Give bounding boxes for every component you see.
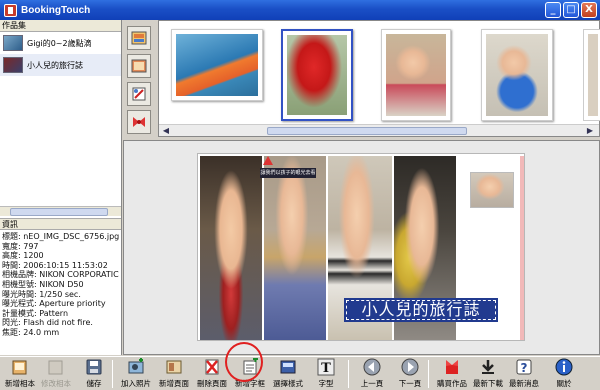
info-line: 曝光時間: 1/250 sec. bbox=[2, 289, 81, 299]
info-line: 閃光: Flash did not fire. bbox=[2, 318, 93, 328]
photo-thumb[interactable] bbox=[381, 29, 451, 121]
clip-tool-button[interactable] bbox=[127, 82, 151, 106]
albums-header: 作品集 bbox=[0, 20, 121, 32]
highlight-circle bbox=[225, 342, 263, 382]
minimize-button[interactable]: _ bbox=[545, 2, 561, 18]
close-button[interactable]: X bbox=[581, 2, 597, 18]
new-album-icon bbox=[12, 360, 27, 375]
news-button[interactable]: ? 最新消息 bbox=[504, 358, 544, 390]
info-line: 計量模式: Pattern bbox=[2, 308, 69, 318]
prev-page-icon bbox=[363, 358, 381, 376]
album-item-travel[interactable]: 小人兒的旅行誌 bbox=[0, 54, 121, 76]
download-button[interactable]: 最新下載 bbox=[468, 358, 508, 390]
about-icon bbox=[555, 358, 573, 376]
page-edge-strip bbox=[520, 156, 524, 340]
background-tool-button[interactable] bbox=[127, 26, 151, 50]
page-title-textbox[interactable]: 小人兒的旅行誌 bbox=[344, 298, 498, 322]
add-photo-icon bbox=[128, 358, 144, 374]
info-line: 高度: 1200 bbox=[2, 251, 44, 261]
album-book-icon bbox=[3, 57, 23, 73]
new-album-button[interactable]: 新增相本 bbox=[0, 358, 40, 390]
page-photo[interactable] bbox=[264, 156, 326, 340]
info-line: 相機品牌: NIKON CORPORATIC bbox=[2, 270, 119, 280]
background-icon bbox=[131, 31, 147, 45]
add-photo-button[interactable]: 加入照片 bbox=[116, 358, 156, 390]
info-header: 資訊 bbox=[0, 218, 121, 230]
info-line: 相機型號: NIKON D50 bbox=[2, 279, 84, 289]
maximize-button[interactable]: □ bbox=[563, 2, 579, 18]
svg-text:T: T bbox=[321, 361, 331, 376]
window-title: BookingTouch bbox=[21, 4, 91, 16]
left-panel: 作品集 Gigi的0~2歲點滴 小人兒的旅行誌 資訊 標題: nEO_IMG_D… bbox=[0, 20, 122, 355]
scroll-left-icon[interactable]: ◀ bbox=[161, 126, 171, 136]
info-line: 標題: nEO_IMG_DSC_6756.jpg bbox=[2, 232, 120, 241]
page-photo-small[interactable] bbox=[470, 172, 514, 208]
book-page[interactable]: 讓我們以孩子的眼光去看 小人兒的旅行誌 bbox=[197, 153, 525, 341]
album-item-gigi[interactable]: Gigi的0~2歲點滴 bbox=[0, 32, 121, 54]
side-toolbar bbox=[123, 20, 156, 138]
clip-icon bbox=[132, 87, 146, 101]
buy-button[interactable]: 購買作品 bbox=[432, 358, 472, 390]
prev-page-button[interactable]: 上一頁 bbox=[352, 358, 392, 390]
choose-style-icon bbox=[280, 360, 296, 374]
decoration-tool-button[interactable] bbox=[127, 110, 151, 134]
delete-page-icon bbox=[205, 359, 219, 375]
buy-icon bbox=[446, 360, 458, 374]
album-label: Gigi的0~2歲點滴 bbox=[27, 38, 92, 48]
page-photo[interactable] bbox=[200, 156, 262, 340]
photo-strip: ◀ ▶ bbox=[158, 20, 600, 137]
page-small-label[interactable]: 讓我們以孩子的眼光去看 bbox=[260, 168, 316, 178]
save-icon bbox=[86, 359, 102, 375]
add-page-icon bbox=[166, 360, 182, 374]
app-icon bbox=[4, 3, 17, 17]
photo-info: 標題: nEO_IMG_DSC_6756.jpg 寬度: 797 高度: 120… bbox=[2, 232, 120, 338]
about-button[interactable]: 關於 bbox=[544, 358, 584, 390]
frame-icon bbox=[131, 59, 147, 73]
edit-album-icon bbox=[48, 360, 63, 375]
next-page-icon bbox=[401, 358, 419, 376]
warning-icon bbox=[263, 156, 273, 165]
album-list-scrollbar[interactable] bbox=[0, 206, 121, 216]
font-button[interactable]: T 字型 bbox=[306, 358, 346, 390]
scroll-right-icon[interactable]: ▶ bbox=[585, 126, 595, 136]
photo-thumb-selected[interactable] bbox=[281, 29, 353, 121]
news-icon: ? bbox=[516, 359, 532, 375]
save-button[interactable]: 儲存 bbox=[74, 358, 114, 390]
frame-tool-button[interactable] bbox=[127, 54, 151, 78]
photo-thumb[interactable] bbox=[481, 29, 553, 121]
page-canvas: 讓我們以孩子的眼光去看 小人兒的旅行誌 bbox=[123, 140, 600, 355]
download-icon bbox=[482, 360, 494, 374]
info-line: 焦距: 24.0 mm bbox=[2, 327, 60, 337]
main-toolbar: 新增相本 修改相本 儲存 加入照片 新增頁面 刪除頁面 新增字框 選擇樣式 T … bbox=[0, 356, 600, 390]
svg-text:?: ? bbox=[521, 361, 528, 375]
info-line: 寬度: 797 bbox=[2, 241, 39, 251]
title-bar: BookingTouch _ □ X bbox=[0, 0, 600, 20]
next-page-button[interactable]: 下一頁 bbox=[390, 358, 430, 390]
photo-strip-scrollbar[interactable]: ◀ ▶ bbox=[159, 124, 599, 136]
photo-thumb[interactable] bbox=[171, 29, 263, 101]
edit-album-button[interactable]: 修改相本 bbox=[36, 358, 76, 390]
bow-icon bbox=[133, 117, 145, 127]
scroll-thumb[interactable] bbox=[267, 127, 467, 135]
album-photo-icon bbox=[3, 35, 23, 51]
info-line: 曝光程式: Aperture priority bbox=[2, 299, 106, 309]
font-icon: T bbox=[317, 358, 335, 376]
add-page-button[interactable]: 新增頁面 bbox=[154, 358, 194, 390]
album-label: 小人兒的旅行誌 bbox=[27, 60, 83, 70]
info-line: 時間: 2006:10:15 11:53:02 bbox=[2, 260, 108, 270]
photo-thumb-partial[interactable] bbox=[583, 29, 600, 121]
choose-style-button[interactable]: 選擇樣式 bbox=[268, 358, 308, 390]
